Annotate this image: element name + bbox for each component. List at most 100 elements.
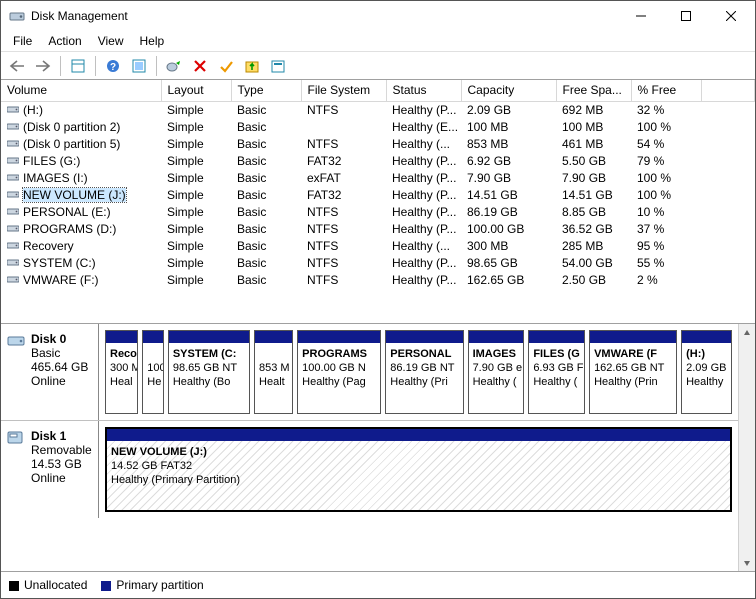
partition[interactable]: PERSONAL 86.19 GB NT Healthy (Pri [385, 330, 463, 414]
maximize-button[interactable] [663, 1, 708, 31]
partition-status: Healthy (Pri [390, 376, 447, 388]
volume-free: 100 MB [556, 119, 631, 136]
partition-size: 300 M [110, 362, 137, 374]
mark-partition-button[interactable] [214, 54, 238, 78]
disk-icon [7, 431, 25, 445]
table-row[interactable]: NEW VOLUME (J:) Simple Basic FAT32 Healt… [1, 187, 755, 204]
forward-button[interactable] [31, 54, 55, 78]
table-row[interactable]: PROGRAMS (D:) Simple Basic NTFS Healthy … [1, 221, 755, 238]
partition-size: 86.19 GB NT [390, 362, 454, 374]
menu-view[interactable]: View [90, 32, 132, 50]
partition-status: Heal [110, 376, 133, 388]
partition[interactable]: 100 He [142, 330, 164, 414]
format-button[interactable] [266, 54, 290, 78]
rescan-disks-button[interactable] [162, 54, 186, 78]
table-row[interactable]: (Disk 0 partition 2) Simple Basic Health… [1, 119, 755, 136]
table-row[interactable]: (Disk 0 partition 5) Simple Basic NTFS H… [1, 136, 755, 153]
volume-pct-free: 79 % [631, 153, 701, 170]
scroll-down-icon[interactable] [739, 554, 756, 571]
partition-size: 7.90 GB e [473, 362, 523, 374]
partition[interactable]: VMWARE (F 162.65 GB NT Healthy (Prin [589, 330, 677, 414]
volume-name: Recovery [23, 239, 74, 253]
back-button[interactable] [5, 54, 29, 78]
disk-status: Online [31, 471, 66, 485]
table-row[interactable]: Recovery Simple Basic NTFS Healthy (... … [1, 238, 755, 255]
drive-icon [7, 103, 19, 117]
help-topics-button[interactable]: ? [101, 54, 125, 78]
drive-icon [7, 171, 19, 185]
volume-list[interactable]: Volume Layout Type File System Status Ca… [1, 80, 755, 324]
table-row[interactable]: FILES (G:) Simple Basic FAT32 Healthy (P… [1, 153, 755, 170]
volume-layout: Simple [161, 119, 231, 136]
scrollbar-vertical[interactable] [738, 324, 755, 571]
partition-status: Healthy (Bo [173, 376, 230, 388]
volume-name: (H:) [23, 103, 43, 117]
volume-free: 5.50 GB [556, 153, 631, 170]
col-percent-free[interactable]: % Free [631, 80, 701, 101]
menu-help[interactable]: Help [132, 32, 173, 50]
partition-title: PROGRAMS [302, 348, 367, 360]
col-volume[interactable]: Volume [1, 80, 161, 101]
refresh-button[interactable] [127, 54, 151, 78]
volume-layout: Simple [161, 136, 231, 153]
menu-action[interactable]: Action [40, 32, 89, 50]
col-layout[interactable]: Layout [161, 80, 231, 101]
column-headers[interactable]: Volume Layout Type File System Status Ca… [1, 80, 755, 101]
partition-header-bar [590, 331, 676, 343]
partition-status: Healthy [686, 376, 723, 388]
partition-size: 100 [147, 362, 163, 374]
table-row[interactable]: PERSONAL (E:) Simple Basic NTFS Healthy … [1, 204, 755, 221]
partition[interactable]: 853 M Healt [254, 330, 293, 414]
col-free-space[interactable]: Free Spa... [556, 80, 631, 101]
volume-free: 285 MB [556, 238, 631, 255]
volume-name: PROGRAMS (D:) [23, 222, 116, 236]
col-extra[interactable] [701, 80, 755, 101]
disk-header[interactable]: Disk 1 Removable 14.53 GB Online [1, 421, 99, 518]
volume-status: Healthy (... [386, 136, 461, 153]
volume-free: 692 MB [556, 101, 631, 119]
table-row[interactable]: SYSTEM (C:) Simple Basic NTFS Healthy (P… [1, 255, 755, 272]
partition[interactable]: (H:) 2.09 GB Healthy [681, 330, 732, 414]
delete-button[interactable] [188, 54, 212, 78]
menu-file[interactable]: File [5, 32, 40, 50]
volume-pct-free: 100 % [631, 170, 701, 187]
table-row[interactable]: (H:) Simple Basic NTFS Healthy (P... 2.0… [1, 101, 755, 119]
table-row[interactable]: IMAGES (I:) Simple Basic exFAT Healthy (… [1, 170, 755, 187]
partition-status: Healthy ( [473, 376, 517, 388]
titlebar: Disk Management [1, 1, 755, 31]
svg-text:?: ? [110, 62, 116, 73]
disk-header[interactable]: Disk 0 Basic 465.64 GB Online [1, 324, 99, 420]
toolbar: ? [1, 51, 755, 80]
volume-capacity: 7.90 GB [461, 170, 556, 187]
scroll-up-icon[interactable] [739, 324, 756, 341]
col-type[interactable]: Type [231, 80, 301, 101]
volume-filesystem: NTFS [301, 238, 386, 255]
volume-free: 36.52 GB [556, 221, 631, 238]
volume-layout: Simple [161, 272, 231, 289]
partition-title: VMWARE (F [594, 348, 657, 360]
partition[interactable]: FILES (G 6.93 GB F Healthy ( [528, 330, 585, 414]
table-row[interactable]: VMWARE (F:) Simple Basic NTFS Healthy (P… [1, 272, 755, 289]
disk-size: 14.53 GB [31, 457, 82, 471]
minimize-button[interactable] [618, 1, 663, 31]
col-filesystem[interactable]: File System [301, 80, 386, 101]
properties-button[interactable] [66, 54, 90, 78]
partition[interactable]: PROGRAMS 100.00 GB N Healthy (Pag [297, 330, 381, 414]
toolbar-separator [156, 56, 157, 76]
partition-title: IMAGES [473, 348, 516, 360]
partition[interactable]: NEW VOLUME (J:) 14.52 GB FAT32 Healthy (… [105, 427, 732, 512]
partition-title: NEW VOLUME (J:) [111, 446, 207, 458]
volume-free: 54.00 GB [556, 255, 631, 272]
col-status[interactable]: Status [386, 80, 461, 101]
col-capacity[interactable]: Capacity [461, 80, 556, 101]
partition[interactable]: SYSTEM (C: 98.65 GB NT Healthy (Bo [168, 330, 250, 414]
partition-title: (H:) [686, 348, 705, 360]
close-button[interactable] [708, 1, 753, 31]
partition-title: FILES (G [533, 348, 579, 360]
volume-pct-free: 55 % [631, 255, 701, 272]
swatch-black-icon [9, 581, 19, 591]
swatch-blue-icon [101, 581, 111, 591]
change-drive-letter-button[interactable] [240, 54, 264, 78]
partition[interactable]: IMAGES 7.90 GB e Healthy ( [468, 330, 525, 414]
partition[interactable]: Reco 300 M Heal [105, 330, 138, 414]
